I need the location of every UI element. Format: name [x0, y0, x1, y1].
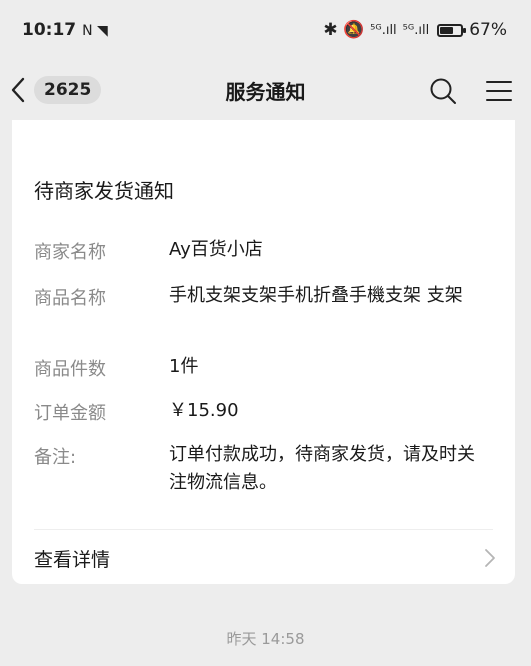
notification-icons: N ◥	[82, 23, 108, 39]
order-amount-label: 订单金额	[34, 403, 106, 424]
merchant-name-label: 商家名称	[34, 242, 106, 263]
search-icon[interactable]	[428, 76, 458, 106]
remark-label: 备注:	[34, 447, 77, 468]
bluetooth-mute-icons: ✱ 🔕	[323, 20, 365, 40]
merchant-name-value: Ay百货小店	[169, 239, 263, 260]
view-details-label: 查看详情	[34, 549, 111, 571]
card-title: 待商家发货通知	[34, 179, 174, 203]
view-details-link[interactable]: 查看详情	[12, 530, 515, 584]
menu-icon[interactable]	[484, 76, 514, 106]
chevron-right-icon	[485, 549, 495, 567]
product-name-value: 手机支架支架手机折叠手機支架 支架	[169, 285, 463, 306]
navigation-bar: 2625 服务通知	[0, 62, 531, 120]
status-time: 10:17 N ◥	[22, 20, 108, 40]
signal-icon-2: ⁵ᴳ.ıll	[402, 22, 430, 38]
remark-value: 订单付款成功，待商家发货，请及时关注物流信息。	[169, 444, 475, 493]
battery-percent: 67%	[469, 20, 507, 40]
quantity-value: 1件	[169, 356, 199, 377]
quantity-label: 商品件数	[34, 359, 106, 380]
message-timestamp: 昨天 14:58	[226, 630, 305, 648]
clock: 10:17	[22, 20, 77, 40]
product-name-label: 商品名称	[34, 288, 106, 309]
order-amount-value: ￥15.90	[169, 400, 239, 421]
battery-icon	[437, 23, 467, 37]
signal-icon-1: ⁵ᴳ.ıll	[370, 22, 397, 38]
status-bar: 10:17 N ◥ ✱ 🔕 ⁵ᴳ.ıll ⁵ᴳ.ıll 67%	[0, 0, 531, 62]
status-indicators: ✱ 🔕 ⁵ᴳ.ıll ⁵ᴳ.ıll 67%	[323, 20, 507, 40]
notification-card: 待商家发货通知 商家名称 Ay百货小店 商品名称 手机支架支架手机折叠手機支架 …	[12, 120, 515, 584]
